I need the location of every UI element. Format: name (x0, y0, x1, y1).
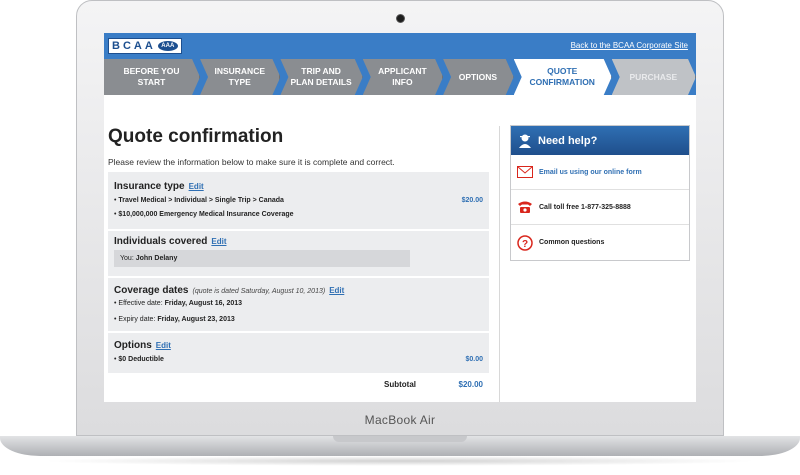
corporate-site-link[interactable]: Back to the BCAA Corporate Site (571, 41, 688, 50)
phone-text: Call toll free 1-877-325-8888 (539, 203, 631, 211)
step-quote-confirmation[interactable]: QUOTE CONFIRMATION (514, 59, 612, 95)
support-agent-icon (517, 133, 533, 149)
help-title: Need help? (538, 134, 598, 147)
step-options[interactable]: OPTIONS (443, 59, 514, 95)
insurance-type-line-1: • Travel Medical > Individual > Single T… (114, 197, 284, 204)
edit-individuals-link[interactable]: Edit (211, 237, 226, 246)
bcaa-logo[interactable]: BCAA AAA (108, 38, 182, 54)
step-insurance-type[interactable]: INSURANCE TYPE (200, 59, 280, 95)
step-trip-and-plan-details[interactable]: TRIP AND PLAN DETAILS (280, 59, 362, 95)
browser-screen: BCAA AAA Back to the BCAA Corporate Site… (104, 33, 696, 402)
edit-options-link[interactable]: Edit (156, 341, 171, 350)
laptop-notch (333, 436, 467, 442)
help-questions-row[interactable]: ? Common questions (511, 225, 689, 260)
options-heading: Options Edit (114, 340, 171, 351)
coverage-dates-heading: Coverage dates (quote is dated Saturday, … (114, 285, 345, 296)
step-purchase: PURCHASE (612, 59, 696, 95)
step-before-you-start[interactable]: BEFORE YOU START (104, 59, 200, 95)
site-header: BCAA AAA Back to the BCAA Corporate Site… (104, 33, 696, 95)
step-applicant-info[interactable]: APPLICANT INFO (363, 59, 443, 95)
subtotal-label: Subtotal (384, 380, 416, 389)
edit-insurance-type-link[interactable]: Edit (189, 182, 204, 191)
intro-text: Please review the information below to m… (108, 157, 395, 167)
laptop-shadow (40, 456, 760, 466)
subtotal-value: $20.00 (458, 380, 483, 389)
phone-icon (517, 199, 533, 215)
individuals-heading: Individuals covered Edit (114, 236, 227, 247)
insurance-type-panel: Insurance type Edit • Travel Medical > In… (108, 171, 489, 229)
expiry-date: • Expiry date: Friday, August 23, 2013 (114, 316, 235, 323)
camera-icon (396, 14, 405, 23)
help-header: Need help? (511, 126, 689, 155)
progress-steps: BEFORE YOU START INSURANCE TYPE TRIP AND PL… (104, 59, 696, 95)
insurance-type-heading: Insurance type Edit (114, 181, 204, 192)
help-phone-row: Call toll free 1-877-325-8888 (511, 190, 689, 225)
individuals-panel: Individuals covered Edit You: John Delany (108, 230, 489, 276)
insurance-type-line-2: • $10,000,000 Emergency Medical Insuranc… (114, 211, 294, 218)
subtotal-row: Subtotal $20.00 (108, 374, 489, 396)
envelope-icon (517, 164, 533, 180)
column-divider (499, 126, 500, 402)
page-title: Quote confirmation (108, 126, 284, 147)
coverage-dates-panel: Coverage dates (quote is dated Saturday, … (108, 277, 489, 331)
help-box: Need help? Email us using our online for… (510, 125, 690, 261)
options-line-1: • $0 Deductible (114, 356, 164, 363)
email-link[interactable]: Email us using our online form (539, 169, 642, 176)
options-price: $0.00 (465, 356, 483, 363)
help-email-row[interactable]: Email us using our online form (511, 155, 689, 190)
aaa-badge-icon: AAA (157, 41, 178, 51)
edit-coverage-dates-link[interactable]: Edit (329, 286, 344, 295)
question-mark-icon: ? (517, 234, 533, 251)
individual-entry: You: John Delany (114, 250, 410, 267)
common-questions-link[interactable]: Common questions (539, 239, 604, 246)
logo-text: BCAA (112, 40, 156, 52)
laptop-brand-label: MacBook Air (364, 413, 436, 427)
insurance-type-price: $20.00 (461, 197, 483, 204)
svg-text:?: ? (522, 239, 528, 250)
effective-date: • Effective date: Friday, August 16, 201… (114, 300, 243, 307)
options-panel: Options Edit • $0 Deductible $0.00 (108, 332, 489, 373)
